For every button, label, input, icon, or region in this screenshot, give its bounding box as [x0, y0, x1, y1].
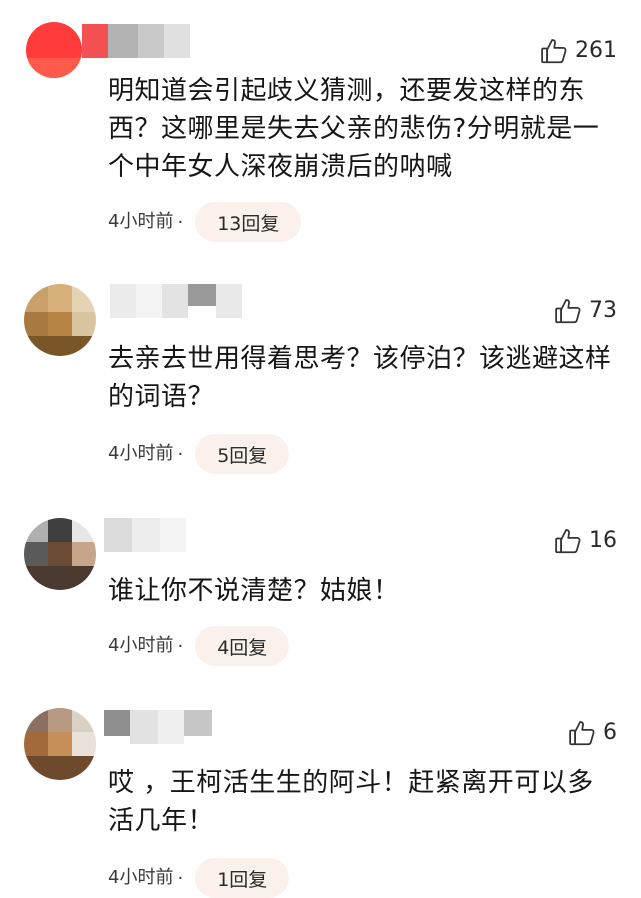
like-count: 6: [603, 720, 617, 745]
comment-item: 73 去亲去世用得着思考？该停泊？该逃避这样的词语？ 4小时前 · 5回复: [0, 282, 641, 482]
username-blurred[interactable]: [104, 518, 186, 552]
thumbs-up-icon: [541, 39, 567, 64]
comment-item: 16 谁让你不说清楚？姑娘！ 4小时前 · 4回复: [0, 512, 641, 682]
reply-count-button[interactable]: 13回复: [195, 202, 302, 242]
comment-text: 谁让你不说清楚？姑娘！: [108, 576, 400, 606]
username-blurred[interactable]: [82, 24, 190, 58]
comment-item: 261 明知道会引起歧义猜测，还要发这样的东西？这哪里是失去父亲的悲伤?分明就是…: [0, 22, 641, 252]
comment-meta: 4小时前 · 4回复: [108, 626, 290, 666]
timestamp: 4小时前: [108, 867, 174, 888]
avatar[interactable]: [24, 708, 96, 780]
reply-count-button[interactable]: 4回复: [195, 626, 290, 666]
avatar[interactable]: [26, 22, 82, 78]
timestamp: 4小时前: [108, 211, 174, 232]
timestamp: 4小时前: [108, 443, 174, 464]
comment-meta: 4小时前 · 1回复: [108, 858, 290, 898]
username-blurred[interactable]: [104, 710, 212, 744]
comment-text: 哎 ，王柯活生生的阿斗！赶紧离开可以多活几年！: [108, 768, 594, 836]
thumbs-up-icon: [569, 721, 595, 746]
comment-meta: 4小时前 · 13回复: [108, 202, 302, 242]
comment-text: 去亲去世用得着思考？该停泊？该逃避这样的词语？: [108, 344, 612, 412]
comment-item: 6 哎 ，王柯活生生的阿斗！赶紧离开可以多活几年！ 4小时前 · 1回复: [0, 704, 641, 898]
thumbs-up-icon: [555, 299, 581, 324]
separator-dot: ·: [177, 443, 184, 465]
username-blurred[interactable]: [110, 284, 242, 318]
avatar[interactable]: [24, 518, 96, 590]
thumbs-up-icon: [555, 529, 581, 554]
separator-dot: ·: [177, 867, 184, 889]
comment-text: 明知道会引起歧义猜测，还要发这样的东西？这哪里是失去父亲的悲伤?分明就是一个中年…: [108, 76, 600, 182]
timestamp: 4小时前: [108, 635, 174, 656]
reply-count-button[interactable]: 5回复: [195, 434, 290, 474]
separator-dot: ·: [177, 635, 184, 657]
separator-dot: ·: [177, 211, 184, 233]
avatar[interactable]: [24, 284, 96, 356]
like-count: 16: [589, 528, 617, 553]
like-count: 73: [589, 298, 617, 323]
like-button[interactable]: 6: [567, 718, 617, 748]
like-button[interactable]: 73: [553, 296, 617, 326]
like-button[interactable]: 16: [553, 526, 617, 556]
like-button[interactable]: 261: [539, 36, 617, 66]
comment-meta: 4小时前 · 5回复: [108, 434, 290, 474]
like-count: 261: [575, 38, 617, 63]
reply-count-button[interactable]: 1回复: [195, 858, 290, 898]
